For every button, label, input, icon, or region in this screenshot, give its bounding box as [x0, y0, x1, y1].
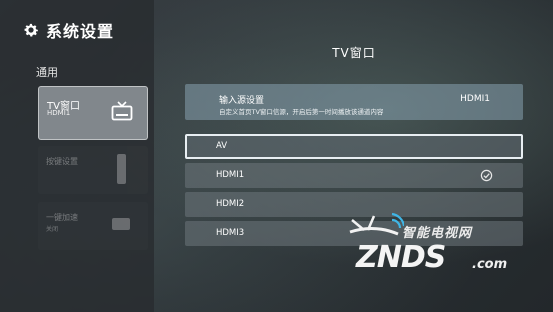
watermark-suffix: .com — [472, 257, 508, 272]
section-label: 通用 — [36, 66, 58, 79]
app-header: 系统设置 — [22, 18, 114, 42]
speed-icon — [112, 218, 130, 230]
option-label: AV — [216, 141, 228, 151]
card-title: 一键加速 — [46, 213, 78, 222]
card-title: 按键设置 — [46, 157, 78, 166]
source-label: 输入源设置 — [219, 96, 265, 106]
source-description: 自定义首页TV窗口信源，开启后第一时间播放该通道内容 — [219, 108, 384, 116]
option-hdmi1[interactable]: HDMI1 — [185, 163, 523, 188]
watermark-cn: 智能电视网 — [402, 226, 473, 241]
watermark-main: ZNDS — [356, 240, 446, 275]
sidebar-card-speed-up[interactable]: 一键加速 关闭 — [38, 202, 148, 250]
sidebar: 系统设置 通用 TV窗口 HDMI1 按键设置 一键加速 关闭 — [0, 0, 154, 312]
card-subtitle: HDMI1 — [47, 109, 71, 117]
gear-icon — [24, 23, 39, 37]
sidebar-card-key-settings[interactable]: 按键设置 — [38, 146, 148, 194]
remote-icon — [117, 154, 126, 184]
sidebar-card-tv-window[interactable]: TV窗口 HDMI1 — [38, 86, 148, 140]
option-label: HDMI1 — [216, 170, 245, 180]
option-av[interactable]: AV — [185, 134, 523, 159]
card-subtitle: 关闭 — [46, 226, 59, 233]
panel-title: TV窗口 — [332, 46, 376, 60]
option-label: HDMI3 — [216, 228, 245, 238]
source-value: HDMI1 — [460, 94, 490, 104]
check-icon — [480, 169, 493, 182]
znds-watermark: 智能电视网 ZNDS .com — [344, 212, 544, 282]
app-title: 系统设置 — [46, 22, 115, 41]
option-label: HDMI2 — [216, 199, 245, 209]
tv-icon — [111, 101, 133, 121]
input-source-setting[interactable]: 输入源设置 自定义首页TV窗口信源，开启后第一时间播放该通道内容 HDMI1 — [185, 84, 523, 120]
